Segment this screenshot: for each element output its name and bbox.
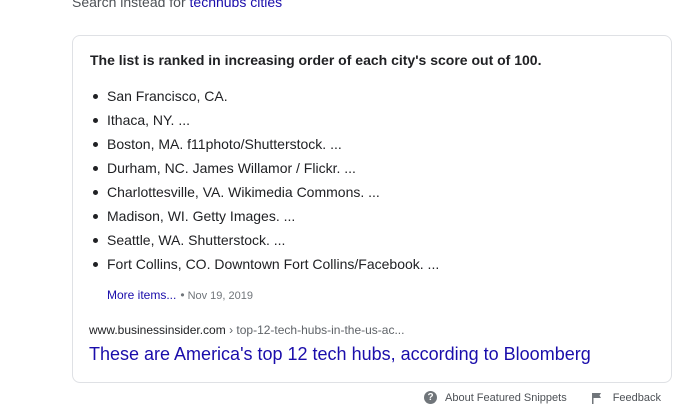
snippet-list: San Francisco, CA. Ithaca, NY. ... Bosto… [73,84,439,276]
search-instead-link[interactable]: techhubs cities [190,0,283,10]
about-featured-snippets-link[interactable]: ? About Featured Snippets [424,391,567,404]
list-item: Charlottesville, VA. Wikimedia Commons. … [73,180,439,204]
more-items-link[interactable]: More items... [107,288,176,302]
list-item: Fort Collins, CO. Downtown Fort Collins/… [73,252,439,276]
list-item-text: Madison, WI. Getty Images. ... [107,208,296,224]
search-instead-row: Search instead for techhubs cities [72,0,282,10]
source-domain: www.businessinsider.com [89,323,226,337]
snippet-heading: The list is ranked in increasing order o… [90,52,542,68]
snippet-date: Nov 19, 2019 [187,290,253,302]
source-path: › top-12-tech-hubs-in-the-us-ac... [225,323,405,337]
featured-snippet-card: The list is ranked in increasing order o… [72,35,672,383]
list-item: Ithaca, NY. ... [73,108,439,132]
list-item-text: San Francisco, CA. [107,88,228,104]
bullet-icon [93,190,98,195]
feedback-link[interactable]: Feedback [567,392,661,404]
list-item-text: Fort Collins, CO. Downtown Fort Collins/… [107,256,440,272]
list-item: Boston, MA. f11photo/Shutterstock. ... [73,132,439,156]
about-label: About Featured Snippets [445,391,567,404]
bullet-icon [93,214,98,219]
list-item-text: Boston, MA. f11photo/Shutterstock. ... [107,136,342,152]
list-item-text: Seattle, WA. Shutterstock. ... [107,232,286,248]
more-items-row: More items... • Nov 19, 2019 [107,288,253,302]
result-title-link[interactable]: These are America's top 12 tech hubs, ac… [89,344,591,365]
separator-dot: • [180,288,185,302]
search-instead-prefix: Search instead for [72,0,186,10]
bullet-icon [93,94,98,99]
page: Search instead for techhubs cities The l… [0,0,700,420]
list-item-text: Charlottesville, VA. Wikimedia Commons. … [107,184,380,200]
bullet-icon [93,142,98,147]
bullet-icon [93,238,98,243]
bullet-icon [93,166,98,171]
bullet-icon [93,118,98,123]
source-url[interactable]: www.businessinsider.com › top-12-tech-hu… [89,323,404,337]
flag-icon [591,392,601,404]
list-item-text: Durham, NC. James Willamor / Flickr. ... [107,160,356,176]
bullet-icon [93,262,98,267]
question-circle-icon: ? [424,391,437,404]
snippet-footer: ? About Featured Snippets Feedback [424,391,661,404]
list-item: San Francisco, CA. [73,84,439,108]
list-item: Durham, NC. James Willamor / Flickr. ... [73,156,439,180]
feedback-label: Feedback [612,391,662,404]
list-item-text: Ithaca, NY. ... [107,112,191,128]
list-item: Seattle, WA. Shutterstock. ... [73,228,439,252]
list-item: Madison, WI. Getty Images. ... [73,204,439,228]
